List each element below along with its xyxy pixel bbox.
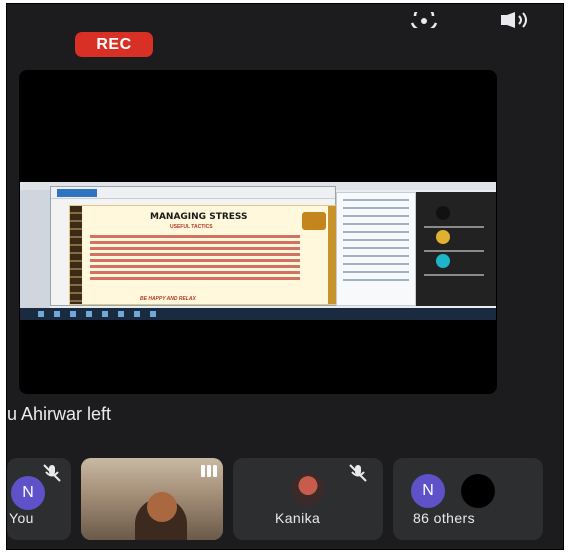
participant-name: Kanika (275, 510, 321, 526)
slide-footer: BE HAPPY AND RELAX (140, 296, 196, 302)
shared-file-list-window (336, 192, 416, 306)
participant-tile-kanika[interactable]: Kanika (233, 458, 383, 540)
participant-tile-others[interactable]: N 86 others (393, 458, 543, 540)
speaker-icon[interactable] (497, 12, 531, 35)
shared-screen: MANAGING STRESS USEFUL TACTICS BE HAPPY … (20, 182, 496, 320)
slide-illustration (302, 212, 326, 230)
microphone-off-icon (347, 462, 369, 484)
document-window: MANAGING STRESS USEFUL TACTICS BE HAPPY … (50, 186, 337, 306)
shared-participant-panel (416, 192, 496, 306)
camera-switch-icon[interactable] (409, 5, 439, 33)
slide-title: MANAGING STRESS (150, 212, 248, 222)
document-toolbar (51, 187, 335, 199)
participant-left-notification: u Ahirwar left (7, 404, 112, 424)
meeting-screen: REC MANAGING STRESS USEFUL TACTICS BE HA… (6, 3, 564, 550)
participant-tile-video[interactable] (81, 458, 223, 540)
participant-name: 86 others (413, 510, 475, 526)
shared-sidebar (20, 190, 50, 308)
slide-page: MANAGING STRESS USEFUL TACTICS BE HAPPY … (69, 205, 337, 305)
participant-name: You (9, 510, 34, 526)
slide-border-left (70, 206, 82, 304)
avatar (461, 474, 495, 508)
presentation-stage[interactable]: MANAGING STRESS USEFUL TACTICS BE HAPPY … (19, 70, 497, 394)
avatar: N (411, 474, 445, 508)
audio-level-icon (199, 464, 217, 482)
shared-taskbar (20, 308, 496, 320)
document-tab (57, 189, 97, 197)
slide-border-right (328, 206, 336, 304)
avatar (291, 472, 325, 506)
microphone-off-icon (41, 462, 63, 484)
avatar: N (11, 476, 45, 510)
participant-tile-you[interactable]: N You (7, 458, 71, 540)
slide-bullet-list (90, 232, 300, 283)
participant-face (147, 492, 177, 522)
recording-badge: REC (75, 32, 153, 57)
slide-subtitle: USEFUL TACTICS (170, 224, 213, 230)
